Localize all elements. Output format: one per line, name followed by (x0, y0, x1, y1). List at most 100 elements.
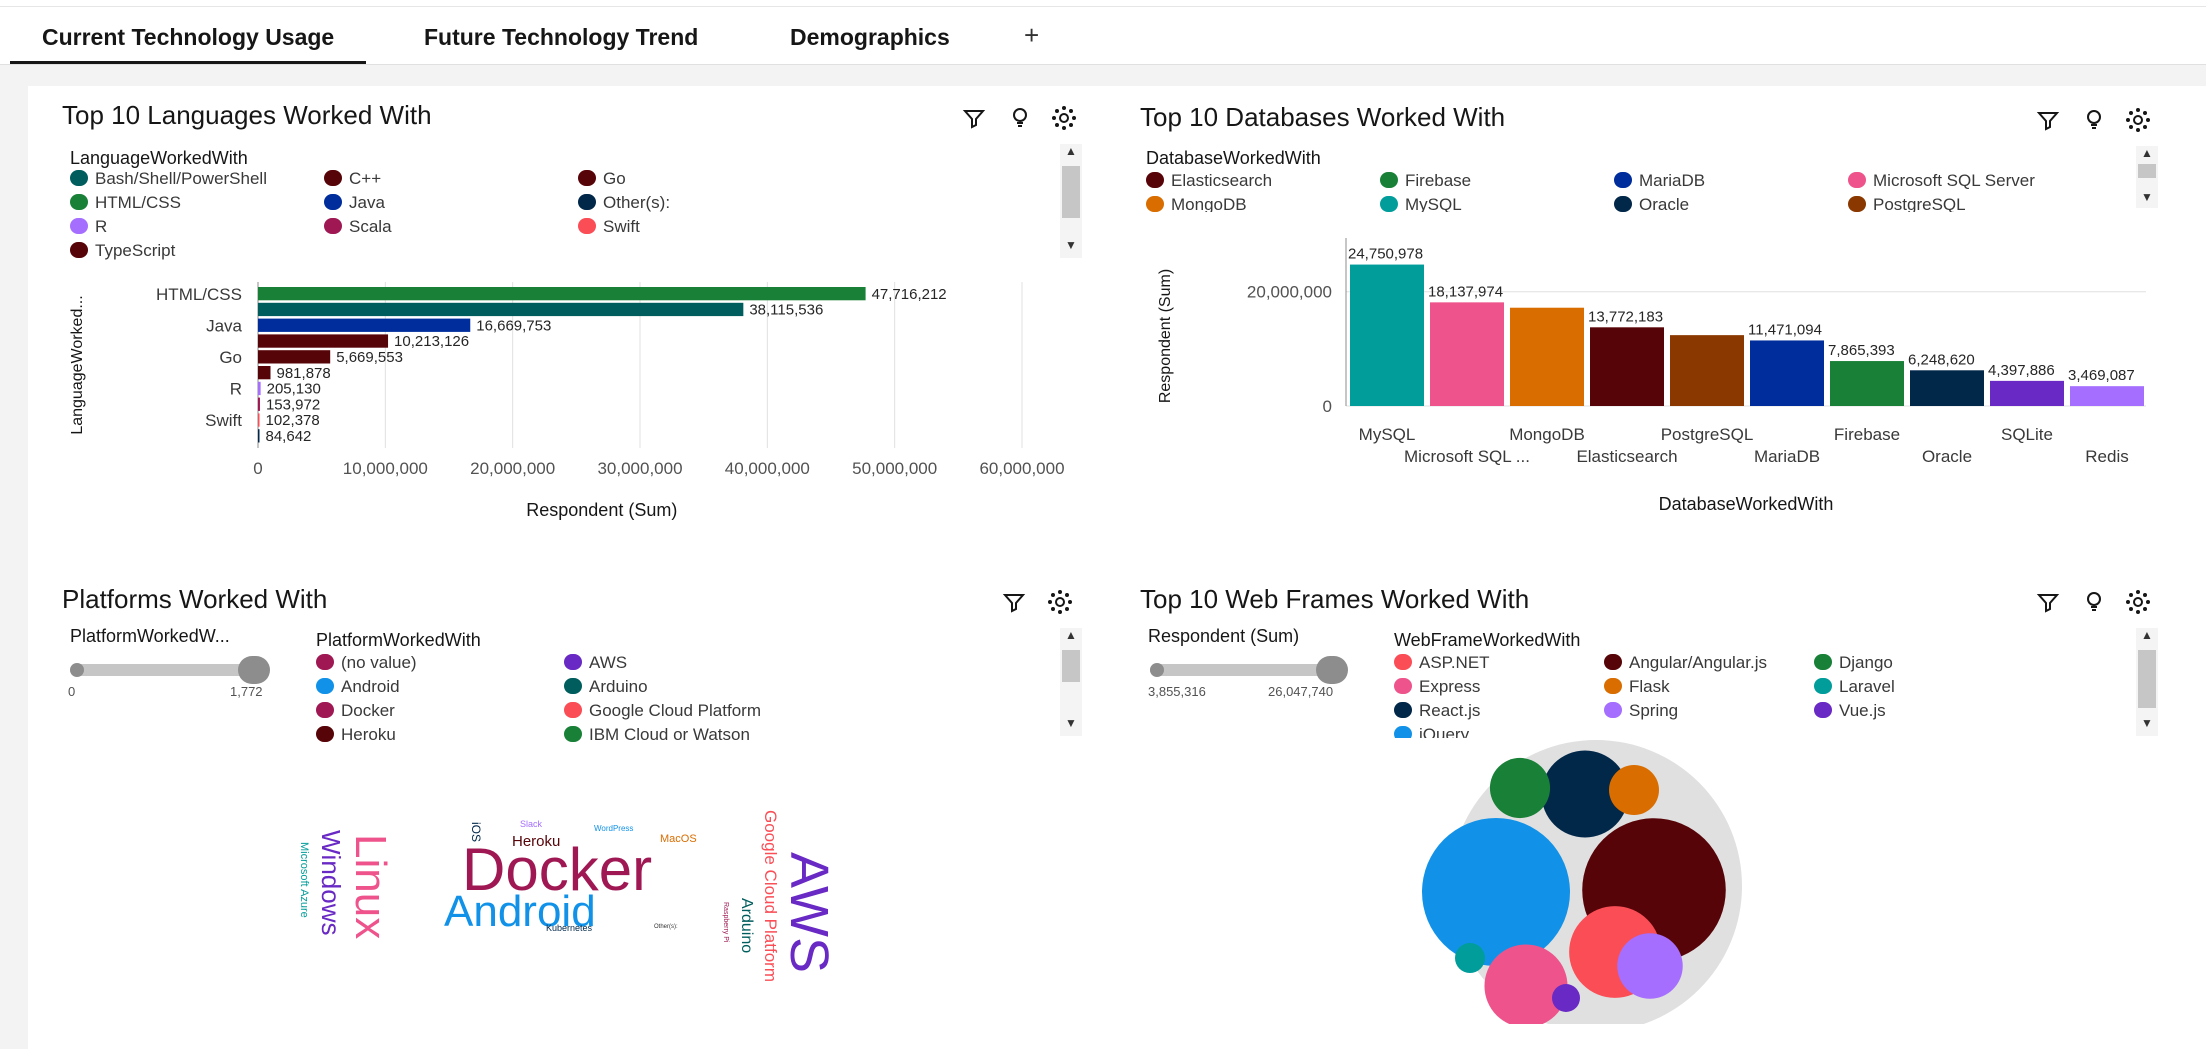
webframes-legend-item-spring[interactable]: Spring (1604, 700, 1678, 722)
word-others[interactable]: Other(s): (654, 924, 678, 930)
bubble-express[interactable] (1484, 944, 1568, 1024)
bubble-flask[interactable] (1609, 765, 1659, 815)
settings-icon[interactable] (1046, 588, 1074, 616)
bar-java[interactable] (258, 318, 471, 332)
databases-legend-item-mongodb[interactable]: MongoDB (1146, 194, 1247, 212)
platforms-legend-item-arduino[interactable]: Arduino (564, 676, 648, 698)
platforms-legend-item-heroku[interactable]: Heroku (316, 724, 396, 746)
webframes-legend-item-angular-angular-js[interactable]: Angular/Angular.js (1604, 652, 1767, 674)
webframes-legend-scrollbar[interactable]: ▲ ▼ (2136, 628, 2158, 736)
bar-scala[interactable] (258, 397, 260, 411)
scroll-thumb[interactable] (2138, 650, 2156, 708)
webframes-legend-item-vue-js[interactable]: Vue.js (1814, 700, 1886, 722)
word-slack[interactable]: Slack (520, 820, 542, 829)
tab-future-technology-trend[interactable]: Future Technology Trend (424, 24, 698, 51)
languages-legend-item-r[interactable]: R (70, 216, 107, 238)
bar-html-css[interactable] (258, 287, 866, 301)
databases-legend-item-elasticsearch[interactable]: Elasticsearch (1146, 170, 1272, 192)
languages-legend-item-other-s[interactable]: Other(s): (578, 192, 670, 214)
word-windows[interactable]: Windows (316, 830, 346, 935)
languages-legend-item-html-css[interactable]: HTML/CSS (70, 192, 181, 214)
scroll-thumb[interactable] (1062, 166, 1080, 218)
bubble-vue-js[interactable] (1552, 984, 1580, 1012)
bubble-django[interactable] (1489, 757, 1551, 819)
scroll-down-icon[interactable]: ▼ (2139, 716, 2155, 730)
scroll-down-icon[interactable]: ▼ (1063, 238, 1079, 252)
scroll-up-icon[interactable]: ▲ (1063, 628, 1079, 642)
bar-redis[interactable] (2070, 386, 2144, 406)
bar-other-s[interactable] (258, 429, 260, 443)
bar-microsoft-sql[interactable] (1430, 302, 1504, 406)
bar-sqlite[interactable] (1990, 380, 2064, 406)
languages-legend-item-c[interactable]: C++ (324, 168, 381, 190)
platforms-legend-item-aws[interactable]: AWS (564, 652, 627, 674)
word-aws[interactable]: AWS (779, 852, 839, 973)
bubble-jquery[interactable] (1422, 818, 1570, 966)
bubble-laravel[interactable] (1455, 943, 1485, 973)
databases-legend-item-oracle[interactable]: Oracle (1614, 194, 1689, 212)
bar-swift[interactable] (258, 413, 260, 427)
bar-c[interactable] (258, 334, 389, 348)
word-microsoft-azure[interactable]: Microsoft Azure (298, 842, 310, 918)
webframes-legend-item-laravel[interactable]: Laravel (1814, 676, 1895, 698)
word-raspberry-pi[interactable]: Raspberry Pi (722, 902, 729, 942)
bar-firebase[interactable] (1830, 361, 1904, 406)
word-google-cloud-platform[interactable]: Google Cloud Platform (761, 810, 780, 982)
settings-icon[interactable] (1050, 104, 1078, 132)
word-kubernetes[interactable]: Kubernetes (546, 924, 592, 933)
platforms-slider-min-handle[interactable] (70, 663, 84, 677)
bar-postgresql[interactable] (1670, 335, 1744, 406)
filter-icon[interactable] (2034, 588, 2062, 616)
webframes-legend-item-asp-net[interactable]: ASP.NET (1394, 652, 1490, 674)
scroll-thumb[interactable] (1062, 650, 1080, 682)
add-tab-button[interactable]: + (1024, 20, 1039, 51)
platforms-range-slider-track[interactable] (72, 664, 266, 676)
bar-elasticsearch[interactable] (1590, 327, 1664, 406)
platforms-legend-item-no-value[interactable]: (no value) (316, 652, 417, 674)
word-arduino[interactable]: Arduino (738, 898, 755, 953)
languages-legend-item-java[interactable]: Java (324, 192, 385, 214)
word-wordpress[interactable]: WordPress (594, 825, 633, 833)
databases-legend-scrollbar[interactable]: ▲ ▼ (2136, 146, 2158, 208)
languages-legend-item-typescript[interactable]: TypeScript (70, 240, 175, 262)
bar-mariadb[interactable] (1750, 340, 1824, 406)
databases-legend-item-mysql[interactable]: MySQL (1380, 194, 1462, 212)
webframes-legend-item-django[interactable]: Django (1814, 652, 1893, 674)
bubble-spring[interactable] (1617, 933, 1683, 999)
lightbulb-icon[interactable] (2080, 588, 2108, 616)
webframes-legend-item-express[interactable]: Express (1394, 676, 1480, 698)
word-linux[interactable]: Linux (346, 834, 395, 939)
platforms-legend-item-ibm-cloud-or-watson[interactable]: IBM Cloud or Watson (564, 724, 750, 746)
filter-icon[interactable] (960, 104, 988, 132)
settings-icon[interactable] (2124, 106, 2152, 134)
languages-legend-item-bash-shell-powershell[interactable]: Bash/Shell/PowerShell (70, 168, 267, 190)
scroll-up-icon[interactable]: ▲ (1063, 144, 1079, 158)
word-heroku[interactable]: Heroku (512, 834, 560, 849)
platforms-legend-item-docker[interactable]: Docker (316, 700, 395, 722)
bar-oracle[interactable] (1910, 370, 1984, 406)
webframes-legend-item-flask[interactable]: Flask (1604, 676, 1670, 698)
scroll-down-icon[interactable]: ▼ (1063, 716, 1079, 730)
word-macos[interactable]: MacOS (660, 834, 697, 845)
tab-current-technology-usage[interactable]: Current Technology Usage (9, 24, 367, 64)
word-ios[interactable]: iOS (469, 822, 483, 842)
databases-legend-item-mariadb[interactable]: MariaDB (1614, 170, 1705, 192)
bar-r[interactable] (258, 381, 261, 396)
platforms-slider-max-handle[interactable] (238, 656, 270, 684)
languages-legend-scrollbar[interactable]: ▲ ▼ (1060, 144, 1082, 258)
bar-mongodb[interactable] (1510, 307, 1584, 406)
lightbulb-icon[interactable] (2080, 106, 2108, 134)
scroll-down-icon[interactable]: ▼ (2139, 190, 2155, 204)
tab-demographics[interactable]: Demographics (790, 24, 950, 51)
settings-icon[interactable] (2124, 588, 2152, 616)
databases-legend-item-firebase[interactable]: Firebase (1380, 170, 1471, 192)
platforms-legend-scrollbar[interactable]: ▲ ▼ (1060, 628, 1082, 736)
languages-legend-item-swift[interactable]: Swift (578, 216, 640, 238)
languages-legend-item-scala[interactable]: Scala (324, 216, 392, 238)
filter-icon[interactable] (2034, 106, 2062, 134)
databases-legend-item-postgresql[interactable]: PostgreSQL (1848, 194, 1966, 212)
lightbulb-icon[interactable] (1006, 104, 1034, 132)
bar-bash-shell-powershell[interactable] (258, 302, 744, 317)
scroll-up-icon[interactable]: ▲ (2139, 146, 2155, 160)
languages-legend-item-go[interactable]: Go (578, 168, 626, 190)
